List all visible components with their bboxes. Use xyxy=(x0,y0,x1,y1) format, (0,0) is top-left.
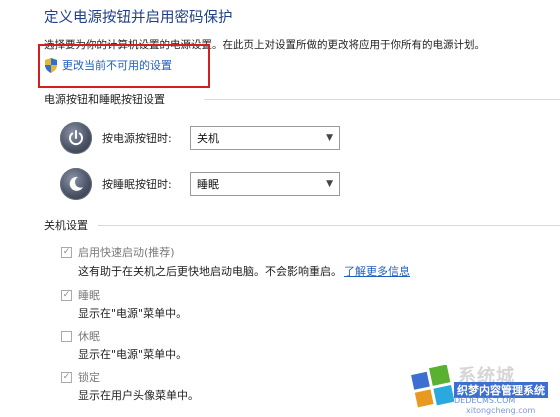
shutdown-section-label: 关机设置 xyxy=(44,219,88,232)
fast-startup-description: 这有助于在关机之后更快地启动电脑。不会影响重启。 了解更多信息 xyxy=(78,263,410,279)
watermark: 系统城 织梦内容管理系统 DEDECMS.COM xitongcheng.com xyxy=(410,360,560,417)
sleep-button-action-value: 睡眠 xyxy=(197,178,219,191)
chevron-down-icon: ▼ xyxy=(326,133,333,143)
sleep-button-action-select[interactable]: 睡眠 ▼ xyxy=(190,172,340,196)
watermark-cms-domain: DEDECMS.COM xyxy=(454,396,516,405)
power-section-label: 电源按钮和睡眠按钮设置 xyxy=(44,93,165,106)
hibernate-description: 显示在"电源"菜单中。 xyxy=(78,348,188,361)
lock-description: 显示在用户头像菜单中。 xyxy=(78,389,199,402)
fast-startup-desc-text: 这有助于在关机之后更快地启动电脑。不会影响重启。 xyxy=(78,265,342,278)
lock-option[interactable]: 锁定 xyxy=(61,369,100,385)
sleep-checkbox[interactable] xyxy=(61,289,72,301)
page-title: 定义电源按钮并启用密码保护 xyxy=(44,10,233,26)
hibernate-checkbox[interactable] xyxy=(61,330,72,342)
fast-startup-option[interactable]: 启用快速启动(推荐) xyxy=(61,244,175,260)
learn-more-link[interactable]: 了解更多信息 xyxy=(344,265,410,278)
sleep-description: 显示在"电源"菜单中。 xyxy=(78,307,188,320)
shutdown-section-divider xyxy=(98,225,560,226)
lock-checkbox[interactable] xyxy=(61,371,72,383)
fast-startup-label: 启用快速启动(推荐) xyxy=(78,246,175,259)
lock-label: 锁定 xyxy=(78,371,100,384)
change-unavailable-settings-link[interactable]: 更改当前不可用的设置 xyxy=(44,57,172,73)
sleep-button-label: 按睡眠按钮时: xyxy=(102,178,172,191)
watermark-site-domain: xitongcheng.com xyxy=(466,406,536,415)
power-section-divider xyxy=(204,99,560,100)
sleep-button-icon xyxy=(60,168,92,200)
hibernate-option[interactable]: 休眠 xyxy=(61,328,100,344)
hibernate-label: 休眠 xyxy=(78,330,100,343)
sleep-option[interactable]: 睡眠 xyxy=(61,287,100,303)
power-button-icon xyxy=(60,122,92,154)
power-button-action-value: 关机 xyxy=(197,132,219,145)
sleep-label: 睡眠 xyxy=(78,289,100,302)
power-button-label: 按电源按钮时: xyxy=(102,132,172,145)
sleep-button-row: 按睡眠按钮时: 睡眠 ▼ xyxy=(60,168,340,200)
chevron-down-icon: ▼ xyxy=(326,179,333,189)
uac-shield-icon xyxy=(45,57,57,73)
power-button-action-select[interactable]: 关机 ▼ xyxy=(190,126,340,150)
change-link-label: 更改当前不可用的设置 xyxy=(62,59,172,72)
fast-startup-checkbox[interactable] xyxy=(61,246,72,258)
windows-logo-watermark-icon xyxy=(411,365,454,408)
power-button-row: 按电源按钮时: 关机 ▼ xyxy=(60,122,340,154)
